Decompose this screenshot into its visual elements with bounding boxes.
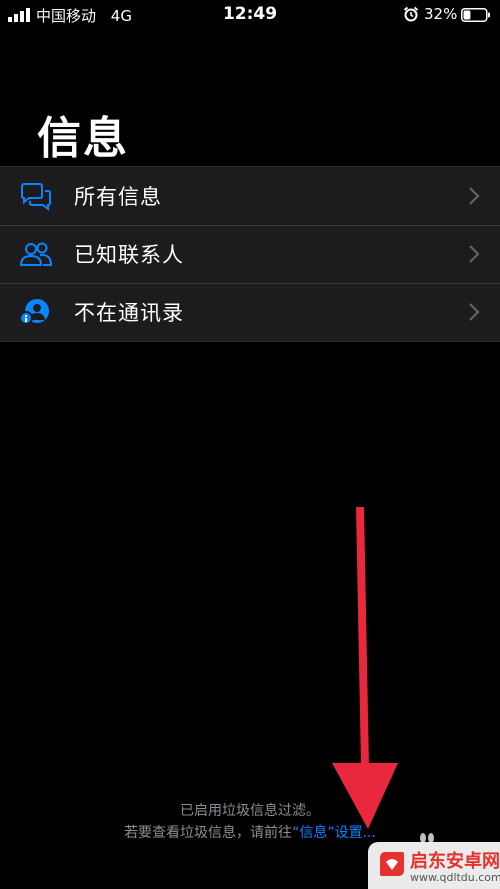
- filter-list: 所有信息 已知联系人 不在通讯录: [0, 166, 500, 342]
- watermark-name: 启东安卓网: [410, 851, 500, 872]
- people-icon: [19, 242, 53, 266]
- chevron-right-icon: [469, 245, 480, 263]
- alarm-icon: [403, 6, 419, 22]
- chevron-right-icon: [469, 303, 480, 321]
- unknown-person-icon: [19, 299, 49, 325]
- watermark-logo-icon: [380, 852, 404, 876]
- filter-label: 不在通讯录: [74, 301, 184, 325]
- battery-percentage: 32%: [424, 5, 458, 23]
- status-bar: 中国移动 4G 12:49 32%: [0, 0, 500, 30]
- filter-label: 所有信息: [74, 185, 162, 209]
- battery-icon: [461, 8, 490, 22]
- junk-filter-status: 已启用垃圾信息过滤。: [180, 803, 320, 819]
- red-arrow-annotation: [332, 507, 398, 829]
- watermark-url: www.qdltdu.com: [410, 871, 500, 884]
- filter-row-unknown-senders[interactable]: 不在通讯录: [0, 283, 500, 341]
- site-watermark: 启东安卓网 www.qdltdu.com: [368, 842, 500, 889]
- settings-link[interactable]: 设置...: [335, 825, 376, 841]
- page-title: 信息: [37, 113, 129, 164]
- messages-filter-screen: 中国移动 4G 12:49 32% 信息 所有信息 已知联系人 不在通讯录 已启…: [0, 0, 500, 889]
- messages-settings-link[interactable]: “信息”: [292, 825, 335, 841]
- filter-row-known-senders[interactable]: 已知联系人: [0, 225, 500, 283]
- filter-label: 已知联系人: [74, 243, 184, 267]
- chevron-right-icon: [469, 187, 480, 205]
- speech-bubbles-icon: [21, 183, 51, 211]
- filter-row-all-messages[interactable]: 所有信息: [0, 167, 500, 225]
- hint-prefix: 若要查看垃圾信息，请前往: [124, 825, 293, 841]
